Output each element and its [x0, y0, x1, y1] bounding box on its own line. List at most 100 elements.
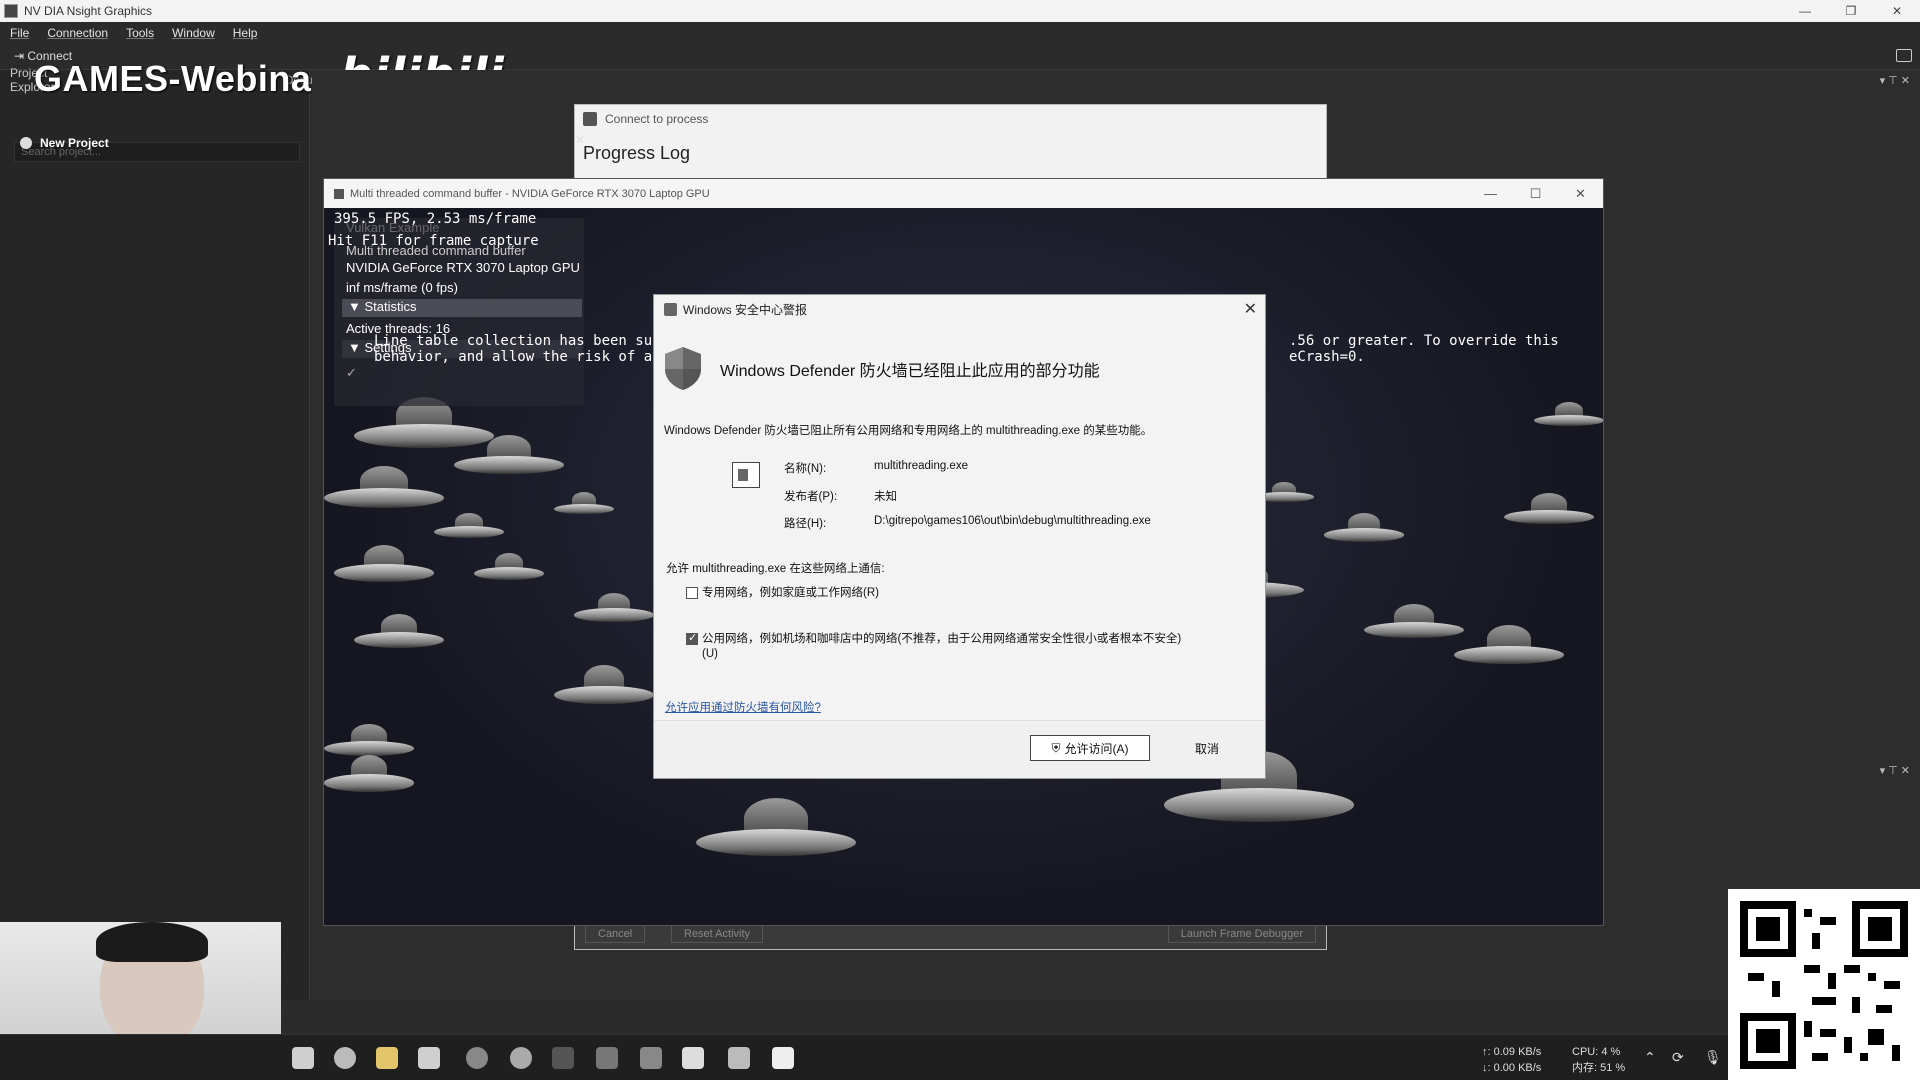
ufo-model — [1324, 508, 1404, 542]
application-icon — [732, 462, 760, 488]
ufo-model — [574, 588, 654, 622]
shield-icon — [665, 347, 701, 390]
ufo-model — [554, 488, 614, 514]
dock-controls-bottom[interactable]: ▾ ⊤ ✕ — [1880, 764, 1910, 777]
powerpoint-icon[interactable] — [510, 1047, 532, 1069]
project-name: New Project — [40, 136, 109, 150]
public-network-checkbox[interactable] — [686, 631, 698, 645]
ufo-model — [354, 608, 444, 648]
warning-right-2: eCrash=0. — [1289, 349, 1365, 365]
firewall-risk-link[interactable]: 允许应用通过防火墙有何风险? — [665, 699, 821, 715]
net-download: ↓: 0.00 KB/s — [1482, 1062, 1542, 1074]
statistics-label: Statistics — [364, 299, 417, 314]
publisher-value: 未知 — [874, 491, 897, 503]
frame-time: inf ms/frame (0 fps) — [346, 280, 458, 295]
ufo-model — [324, 748, 414, 792]
warning-line-2: behavior, and allow the risk of a — [374, 349, 653, 365]
cpu-usage: CPU: 4 % — [1572, 1046, 1621, 1058]
menu-file[interactable]: File — [10, 26, 29, 40]
edge-browser-icon[interactable] — [334, 1047, 356, 1069]
connect-dialog-icon — [583, 112, 597, 126]
maximize-icon[interactable]: ❐ — [1828, 0, 1874, 22]
system-usage: CPU: 4 % 内存: 51 % — [1572, 1044, 1625, 1076]
warning-right-1: .56 or greater. To override this — [1289, 333, 1559, 349]
net-upload: ↑: 0.09 KB/s — [1482, 1046, 1542, 1058]
connect-dialog-title: Connect to process — [605, 112, 709, 126]
ufo-model — [1454, 618, 1564, 664]
menubar: File Connection Tools Window Help — [0, 22, 1920, 44]
allow-access-button[interactable]: ⛨ 允许访问(A) — [1030, 735, 1150, 761]
dock-controls-top[interactable]: ▾ ⊤ ✕ — [1880, 74, 1910, 87]
uac-shield-icon: ⛨ — [1051, 740, 1061, 755]
menu-window[interactable]: Window — [172, 26, 215, 40]
path-value: D:\gitrepo\games106\out\bin\debug\multit… — [874, 515, 1151, 527]
feedback-icon[interactable] — [1896, 49, 1912, 62]
project-icon — [20, 137, 32, 149]
allow-networks-label: 允许 multithreading.exe 在这些网络上通信: — [666, 563, 885, 575]
close-icon[interactable]: ✕ — [1874, 0, 1920, 22]
ufo-model — [334, 538, 434, 582]
allow-access-label: 允许访问(A) — [1064, 741, 1129, 756]
gpu-name: NVIDIA GeForce RTX 3070 Laptop GPU — [346, 260, 580, 275]
progress-log-label: Progress Log — [583, 143, 691, 163]
ufo-model — [696, 788, 856, 856]
vk-close-icon[interactable]: ✕ — [1558, 179, 1603, 208]
nsight-app-icon — [4, 4, 18, 18]
ufo-model — [434, 508, 504, 538]
vulkan-app-taskbar-icon[interactable] — [728, 1047, 750, 1069]
firewall-cancel-button[interactable]: 取消 — [1162, 735, 1252, 761]
sync-icon[interactable]: ⟳ — [1672, 1049, 1684, 1066]
fps-overlay: 395.5 FPS, 2.53 ms/frame — [334, 211, 537, 227]
vk-window-controls: — ☐ ✕ — [1468, 179, 1603, 208]
ufo-model — [1534, 398, 1603, 426]
launch-frame-debugger-button[interactable]: Launch Frame Debugger — [1167, 925, 1316, 943]
vk-maximize-icon[interactable]: ☐ — [1513, 179, 1558, 208]
network-speed: ↑: 0.09 KB/s ↓: 0.00 KB/s — [1482, 1044, 1541, 1076]
app-icon[interactable] — [418, 1047, 440, 1069]
path-label: 路径(H): — [784, 518, 827, 530]
connect-dialog-titlebar: Connect to process — [575, 105, 1326, 133]
private-network-label[interactable]: 专用网络，例如家庭或工作网络(R) — [702, 584, 879, 600]
ufo-model — [1364, 598, 1464, 638]
file-manager-icon[interactable] — [292, 1047, 314, 1069]
chrome-icon[interactable] — [466, 1047, 488, 1069]
terminal-icon[interactable] — [596, 1047, 618, 1069]
nsight-icon[interactable] — [552, 1047, 574, 1069]
watermark-text: GAMES-Webinar — [34, 58, 326, 99]
presenter-hair — [96, 922, 208, 962]
cancel-button[interactable]: Cancel — [585, 925, 646, 943]
memory-usage: 内存: 51 % — [1572, 1062, 1626, 1074]
public-network-label[interactable]: 公用网络，例如机场和咖啡店中的网络(不推荐，由于公用网络通常安全性很小或者根本不… — [702, 630, 1181, 646]
firewall-alert-dialog: Windows 安全中心警报 ✕ Windows Defender 防火墙已经阻… — [653, 294, 1266, 779]
app-title: NV DIA Nsight Graphics — [24, 4, 153, 18]
menu-connection[interactable]: Connection — [47, 26, 108, 40]
menu-tools[interactable]: Tools — [126, 26, 154, 40]
security-center-icon — [664, 302, 677, 316]
vscode-icon[interactable] — [640, 1047, 662, 1069]
dialog-taskbar-icon[interactable] — [772, 1047, 794, 1069]
firewall-close-icon[interactable]: ✕ — [1244, 299, 1257, 319]
folder-icon[interactable] — [376, 1047, 398, 1069]
firewall-description: Windows Defender 防火墙已阻止所有公用网络和专用网络上的 mul… — [664, 425, 1153, 437]
project-item[interactable]: New Project — [20, 136, 109, 150]
vk-minimize-icon[interactable]: — — [1468, 179, 1513, 208]
chevron-up-icon[interactable]: ⌃ — [1644, 1049, 1656, 1066]
minimize-icon[interactable]: — — [1782, 0, 1828, 22]
firewall-title: Windows 安全中心警报 — [683, 302, 808, 317]
vk-window-title: Multi threaded command buffer - NVIDIA G… — [350, 187, 710, 200]
qr-code — [1728, 889, 1920, 1080]
firewall-footer: ⛨ 允许访问(A) 取消 — [654, 720, 1265, 778]
private-network-checkbox[interactable] — [686, 587, 698, 599]
statistics-header[interactable]: ▼ Statistics — [342, 299, 582, 317]
settings-checkbox[interactable]: ✓ — [346, 365, 357, 381]
vk-window-titlebar: Multi threaded command buffer - NVIDIA G… — [324, 179, 1603, 208]
microphone-icon[interactable]: 🎙 — [1704, 1049, 1722, 1066]
reset-activity-button[interactable]: Reset Activity — [671, 925, 764, 943]
ufo-model — [554, 658, 654, 704]
firewall-titlebar: Windows 安全中心警报 — [654, 295, 1265, 323]
firewall-heading: Windows Defender 防火墙已经阻止此应用的部分功能 — [720, 363, 1100, 380]
menu-help[interactable]: Help — [233, 26, 258, 40]
public-network-label-suffix[interactable]: (U) — [702, 648, 718, 660]
ufo-model — [324, 458, 444, 508]
settings-gear-icon[interactable] — [682, 1047, 704, 1069]
